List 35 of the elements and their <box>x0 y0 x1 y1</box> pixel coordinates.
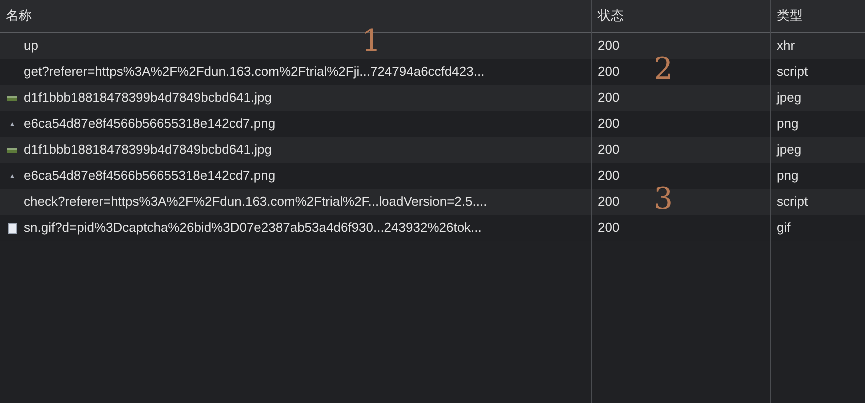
column-header: 类型 <box>777 8 803 23</box>
type-label: script <box>777 63 808 82</box>
type-label: xhr <box>777 37 796 56</box>
file-name: d1f1bbb18818478399b4d7849bcbd641.jpg <box>24 141 272 160</box>
file-name: check?referer=https%3A%2F%2Fdun.163.com%2Ftrial%2F...loadVersion=2.5.... <box>24 193 488 212</box>
type-label: script <box>777 193 808 212</box>
status-code: 200 <box>598 115 620 134</box>
column-header: 名称 <box>6 8 32 23</box>
status-code: 200 <box>598 63 620 82</box>
status-code: 200 <box>598 167 620 186</box>
file-icon <box>8 222 16 234</box>
file-name: e6ca54d87e8f4566b56655318e142cd7.png <box>24 167 276 186</box>
type-label: jpeg <box>777 141 802 160</box>
status-code: 200 <box>598 37 620 56</box>
type-label: png <box>777 167 799 186</box>
file-name: get?referer=https%3A%2F%2Fdun.163.com%2Ftrial%2Fji...724794a6ccfd423... <box>24 63 485 82</box>
file-name: e6ca54d87e8f4566b56655318e142cd7.png <box>24 115 276 134</box>
handwritten-number: 3 <box>654 185 674 215</box>
column-header: 状态 <box>598 8 624 23</box>
file-name: sn.gif?d=pid%3Dcaptcha%26bid%3D07e2387ab53a4d6f930...243932%26tok... <box>24 219 482 238</box>
status-code: 200 <box>598 193 620 212</box>
image-icon <box>7 148 17 152</box>
status-code: 200 <box>598 89 620 108</box>
status-code: 200 <box>598 141 620 160</box>
image-icon <box>10 174 14 178</box>
image-icon <box>7 96 17 100</box>
file-name: d1f1bbb18818478399b4d7849bcbd641.jpg <box>24 89 272 108</box>
file-name: up <box>24 37 38 56</box>
handwritten-number: 2 <box>654 55 674 85</box>
type-label: gif <box>777 219 791 238</box>
status-code: 200 <box>598 219 620 238</box>
image-icon <box>10 122 14 126</box>
handwritten-number: 1 <box>362 27 382 57</box>
type-label: jpeg <box>777 89 802 108</box>
type-label: png <box>777 115 799 134</box>
